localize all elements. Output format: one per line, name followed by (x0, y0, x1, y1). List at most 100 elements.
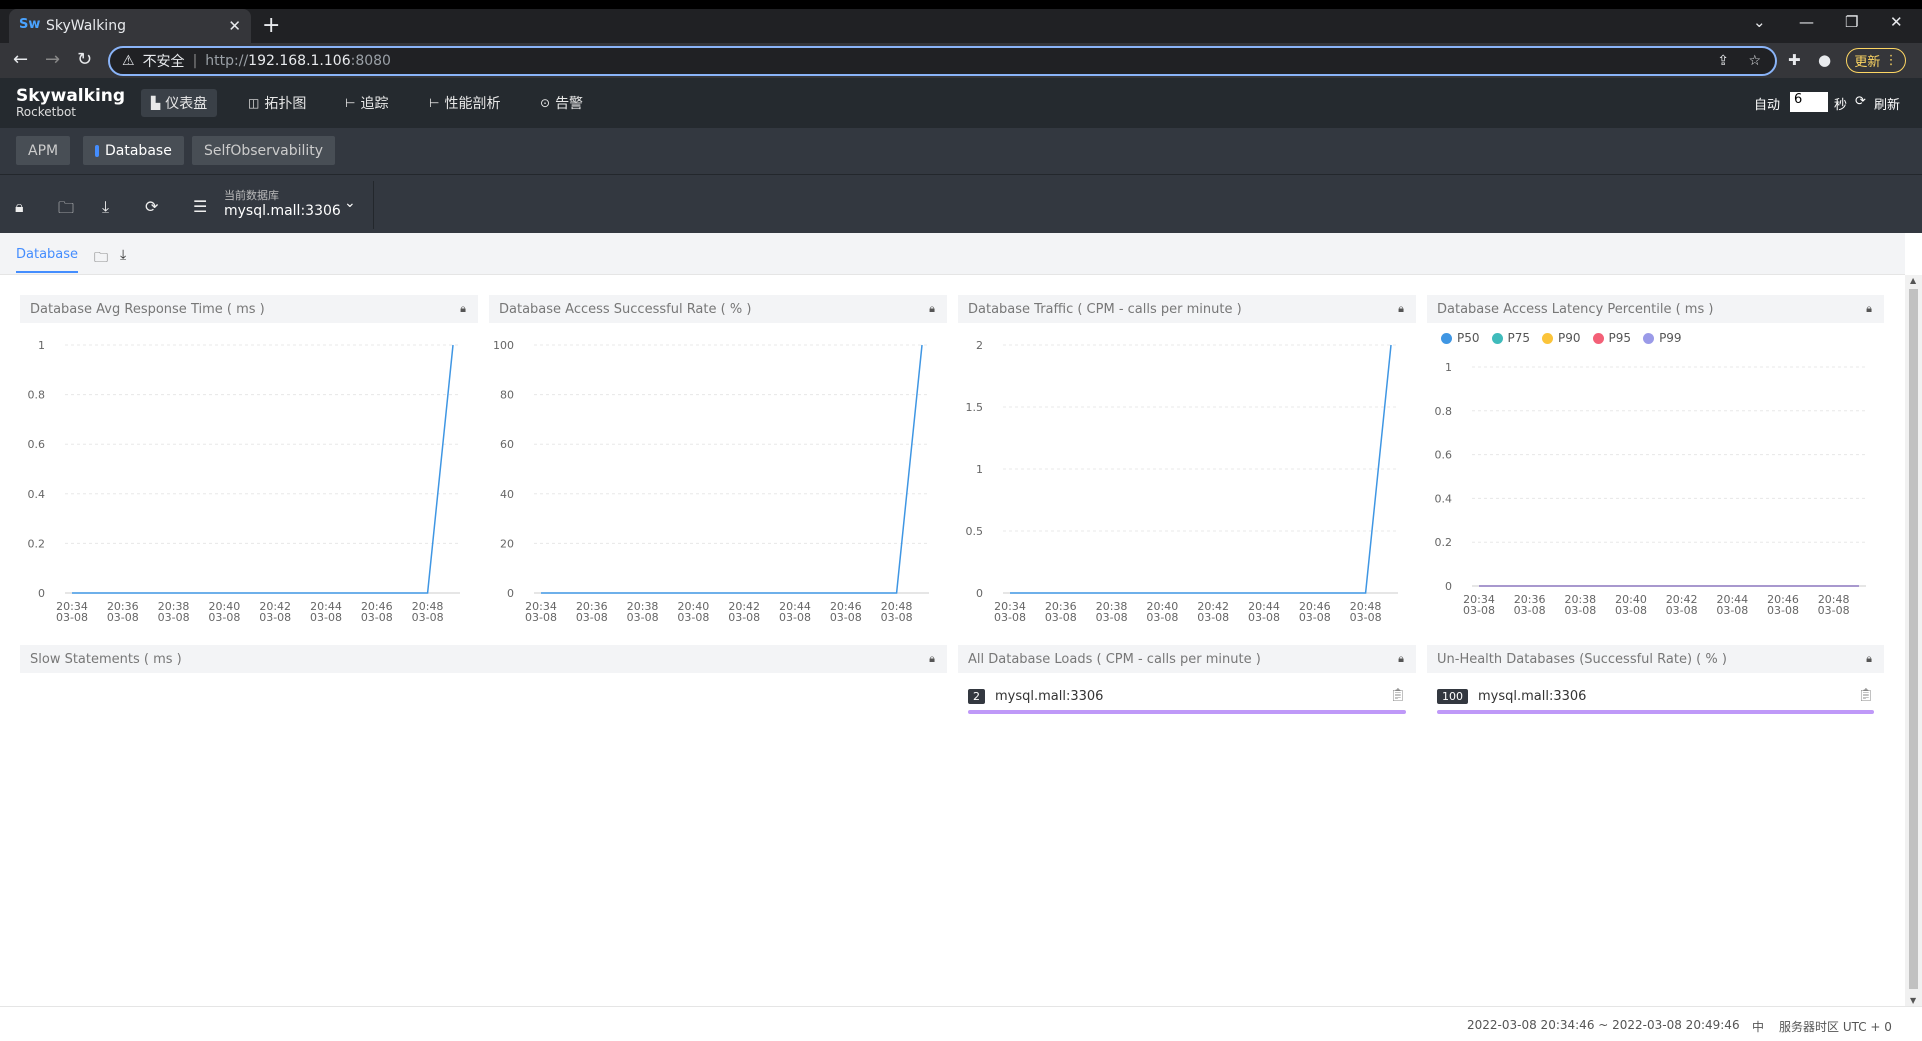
tab-apm[interactable]: APM (16, 136, 71, 165)
nav-dashboard[interactable]: ▙ 仪表盘 (141, 89, 218, 117)
bookmark-star-icon[interactable]: ☆ (1748, 53, 1761, 69)
timezone-label[interactable]: 服务器时区 UTC + 0 (1779, 1018, 1892, 1035)
x-tick-date: 03-08 (1045, 611, 1077, 624)
panel-title: All Database Loads ( CPM - calls per min… (968, 651, 1261, 667)
profile-icon[interactable]: ● (1818, 51, 1831, 69)
time-range[interactable]: 2022-03-08 20:34:46 ~ 2022-03-08 20:49:4… (1467, 1018, 1740, 1032)
tab-database[interactable]: Database (83, 136, 184, 165)
x-tick-date: 03-08 (158, 611, 190, 624)
browser-tab[interactable]: Sw SkyWalking ✕ (9, 9, 251, 43)
dashboard-tabs: Database 🗀 ⤓ (0, 233, 1905, 275)
panel-header: All Database Loads ( CPM - calls per min… (958, 645, 1416, 673)
y-tick-label: 1 (1445, 361, 1452, 374)
forward-icon[interactable]: → (45, 49, 60, 70)
auto-seconds-input[interactable]: 6 (1790, 92, 1828, 112)
download-icon[interactable]: ⤓ (102, 197, 109, 217)
nav-profile[interactable]: ⊢ 性能剖析 (419, 89, 510, 117)
y-tick-label: 1 (38, 339, 45, 352)
close-tab-icon[interactable]: ✕ (228, 17, 241, 35)
x-tick-date: 03-08 (310, 611, 342, 624)
panel-header: Database Traffic ( CPM - calls per minut… (958, 295, 1416, 323)
lock-icon[interactable]: 🔒︎ (1398, 652, 1404, 666)
lock-icon[interactable]: 🔒︎ (15, 197, 24, 217)
x-tick-date: 03-08 (525, 611, 557, 624)
database-selector[interactable]: 当前数据库 mysql.mall:3306 ⌄ (224, 187, 356, 219)
list-item[interactable]: 2 mysql.mall:3306 📋︎ (968, 686, 1406, 714)
scroll-down-icon[interactable]: ▼ (1910, 996, 1916, 1005)
y-tick-label: 0.2 (1435, 536, 1453, 549)
legend-item[interactable]: P75 (1491, 331, 1531, 345)
y-tick-label: 0.8 (28, 389, 46, 402)
y-tick-label: 0 (507, 587, 514, 600)
restore-icon[interactable]: ❐ (1845, 13, 1858, 31)
legend-item[interactable]: P50 (1441, 331, 1480, 345)
y-tick-label: 0.2 (28, 537, 46, 550)
sync-icon[interactable]: ⟳ (145, 197, 158, 216)
database-name: mysql.mall:3306 (1478, 689, 1587, 704)
rate-bar (1437, 710, 1874, 714)
list-item[interactable]: 100 mysql.mall:3306 📋︎ (1437, 686, 1874, 714)
tab-database-dashboard[interactable]: Database (16, 247, 79, 273)
nav-alarm[interactable]: ⊙ 告警 (530, 89, 593, 117)
lock-icon[interactable]: 🔒︎ (460, 302, 466, 316)
language-toggle[interactable]: 中 (1752, 1018, 1764, 1035)
x-tick-date: 03-08 (361, 611, 393, 624)
tab-selfobservability[interactable]: SelfObservability (192, 136, 336, 165)
logo[interactable]: Skywalking Rocketbot (16, 88, 125, 120)
minimize-icon[interactable]: — (1799, 13, 1814, 31)
legend-item[interactable]: P90 (1542, 331, 1581, 345)
nav-topology[interactable]: ◫ 拓扑图 (238, 89, 316, 117)
topology-icon: ◫ (248, 96, 260, 110)
panel-avg-response-time: Database Avg Response Time ( ms ) 🔒︎ 0 0.2… (20, 295, 478, 635)
tab-search-icon[interactable]: ⌄ (1753, 13, 1766, 31)
lock-icon[interactable]: 🔒︎ (1866, 652, 1872, 666)
vertical-scrollbar[interactable]: ▲ ▼ (1905, 275, 1922, 1006)
close-window-icon[interactable]: ✕ (1890, 13, 1903, 31)
legend-item[interactable]: P99 (1643, 331, 1682, 345)
lock-icon[interactable]: 🔒︎ (929, 652, 935, 666)
legend-label: P75 (1507, 331, 1531, 345)
y-tick-label: 1.5 (966, 401, 984, 414)
nav-trace[interactable]: ⊢ 追踪 (335, 89, 398, 117)
x-tick-date: 03-08 (1146, 611, 1178, 624)
refresh-button[interactable]: 刷新 (1874, 94, 1900, 113)
lock-icon[interactable]: 🔒︎ (1398, 302, 1404, 316)
panel-title: Database Avg Response Time ( ms ) (30, 301, 265, 317)
x-tick-date: 03-08 (1299, 611, 1331, 624)
back-icon[interactable]: ← (13, 49, 28, 70)
series-line (72, 344, 454, 594)
line-chart-svg: 00.20.40.60.8120:3403-0820:3603-0820:380… (1435, 361, 1866, 617)
url-host: 192.168.1.106 (248, 53, 351, 69)
extensions-icon[interactable]: ✚ (1788, 51, 1801, 69)
dashboard-group-tabs: APM Database SelfObservability (0, 128, 1922, 175)
scroll-up-icon[interactable]: ▲ (1910, 276, 1916, 285)
db-selector-value: mysql.mall:3306 (224, 203, 341, 219)
refresh-icon[interactable]: ⟳ (1855, 94, 1866, 109)
url-input[interactable]: ⚠ 不安全 | http://192.168.1.106:8080 ⇪ ☆ (108, 46, 1777, 76)
chart: 0 0.2 0.4 0.6 0.8 1 20:34 03-08 20:36 03-08 20:38 0… (20, 323, 478, 635)
y-tick-label: 0 (976, 587, 983, 600)
reload-icon[interactable]: ↻ (77, 49, 92, 70)
nav-label: 告警 (555, 96, 584, 112)
y-tick-label: 0 (1445, 580, 1452, 593)
lock-icon[interactable]: 🔒︎ (1866, 302, 1872, 316)
folder-icon[interactable]: 🗀 (94, 247, 108, 271)
clipboard-icon[interactable]: 📋︎ (1857, 688, 1874, 703)
share-icon[interactable]: ⇪ (1717, 53, 1729, 69)
url-text: http://192.168.1.106:8080 (205, 53, 391, 69)
auto-refresh-label[interactable]: 自动 (1754, 94, 1780, 113)
new-tab-icon[interactable]: + (262, 13, 280, 38)
database-icon: ☰ (193, 197, 208, 216)
update-button[interactable]: 更新 ⋮ (1846, 48, 1906, 73)
folder-icon[interactable]: 🗀 (58, 197, 74, 224)
scroll-thumb[interactable] (1909, 289, 1918, 989)
url-divider: | (192, 53, 198, 69)
x-tick-date: 03-08 (576, 611, 608, 624)
clipboard-icon[interactable]: 📋︎ (1389, 688, 1406, 703)
legend-label: P99 (1659, 331, 1682, 345)
db-selector-label: 当前数据库 (224, 189, 279, 202)
lock-icon[interactable]: 🔒︎ (929, 302, 935, 316)
x-tick-date: 03-08 (779, 611, 811, 624)
download-icon[interactable]: ⤓ (120, 247, 126, 263)
legend-item[interactable]: P95 (1592, 331, 1631, 345)
